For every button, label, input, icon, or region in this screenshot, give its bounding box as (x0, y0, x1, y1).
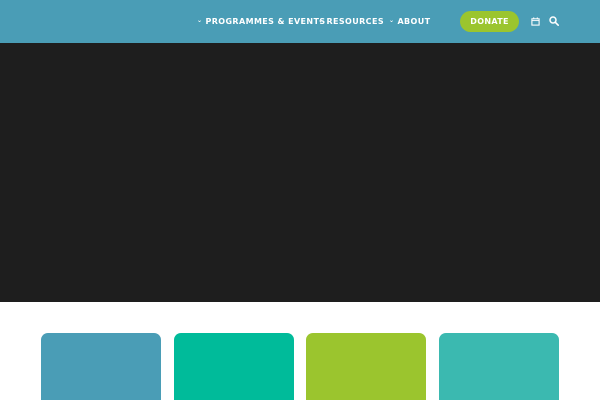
calendar-button[interactable] (529, 15, 541, 27)
donate-button[interactable]: DONATE (460, 11, 519, 32)
feature-card[interactable] (306, 333, 426, 400)
nav-item-about[interactable]: ⌄ ABOUT (389, 14, 430, 28)
nav-item-programmes-events[interactable]: ⌄ PROGRAMMES & EVENTS (197, 14, 326, 28)
feature-cards (0, 333, 600, 400)
nav-item-label: PROGRAMMES & EVENTS (205, 16, 326, 26)
nav-item-resources[interactable]: ⌄ RESOURCES (318, 14, 384, 28)
feature-card[interactable] (439, 333, 559, 400)
site-header: ⌄ PROGRAMMES & EVENTS ⌄ RESOURCES ⌄ ABOU… (0, 0, 600, 43)
search-button[interactable] (548, 15, 560, 27)
feature-card[interactable] (41, 333, 161, 400)
nav-item-label: RESOURCES (326, 16, 384, 26)
nav-item-label: ABOUT (397, 16, 431, 26)
feature-card[interactable] (174, 333, 294, 400)
chevron-down-icon: ⌄ (389, 17, 395, 24)
hero-media (0, 43, 600, 302)
search-icon (549, 16, 559, 26)
calendar-icon (530, 16, 540, 26)
chevron-down-icon: ⌄ (318, 17, 324, 24)
chevron-down-icon: ⌄ (197, 17, 203, 24)
